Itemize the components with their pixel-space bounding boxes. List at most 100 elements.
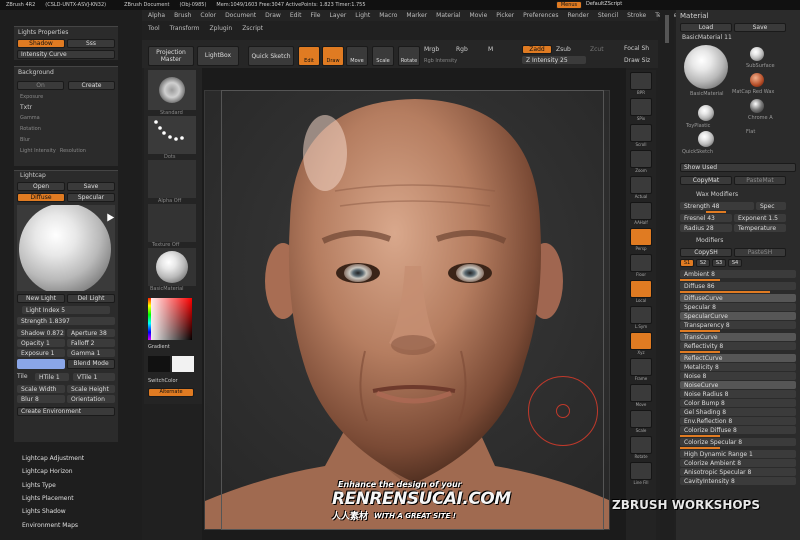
wax-radius-slider[interactable]: Radius 28 [680, 224, 732, 232]
material-save-button[interactable]: Save [734, 23, 786, 32]
background-texture[interactable]: Txtr [14, 103, 118, 113]
modifier-slider[interactable]: Ambient 8 [680, 270, 796, 278]
floor-icon[interactable] [630, 254, 652, 272]
move-icon[interactable] [630, 384, 652, 402]
modifier-slider[interactable]: Colorize Diffuse 8 [680, 426, 796, 434]
switch-color-button[interactable]: SwitchColor [148, 378, 178, 385]
scroll-icon[interactable] [630, 124, 652, 142]
menu-lights-type[interactable]: Lights Type [22, 482, 56, 489]
spix-icon[interactable] [630, 98, 652, 116]
menu-lightcap-horizon[interactable]: Lightcap Horizon [22, 468, 73, 475]
primary-color-swatch[interactable] [172, 356, 194, 372]
shader-slot-s3[interactable]: S3 [712, 259, 726, 267]
local-icon[interactable] [630, 280, 652, 298]
lightcap-diffuse-tab[interactable]: Diffuse [17, 193, 65, 202]
menu-document[interactable]: Document [225, 12, 256, 19]
intensity-curve-button[interactable]: Intensity Curve [17, 50, 115, 59]
zoom-icon[interactable] [630, 150, 652, 168]
aahalf-icon[interactable] [630, 202, 652, 220]
scale-height-slider[interactable]: Scale Height [67, 385, 115, 393]
z-intensity-slider[interactable]: Z Intensity 25 [522, 56, 586, 64]
lightcap-save-button[interactable]: Save [67, 182, 115, 191]
menu-lights-shadow[interactable]: Lights Shadow [22, 508, 66, 515]
stroke-thumb[interactable] [148, 116, 196, 154]
focal-shift-slider[interactable]: Focal Sh [624, 45, 649, 53]
pastemat-button[interactable]: PasteMat [734, 176, 786, 185]
scale-width-slider[interactable]: Scale Width [17, 385, 65, 393]
modifier-slider[interactable]: Diffuse 86 [680, 282, 796, 290]
actual-icon[interactable] [630, 176, 652, 194]
lightcap-open-button[interactable]: Open [17, 182, 65, 191]
copymat-button[interactable]: CopyMat [680, 176, 732, 185]
opacity-slider[interactable]: Opacity 1 [17, 339, 65, 347]
menu-movie[interactable]: Movie [470, 12, 488, 19]
rotate-button[interactable]: Rotate [398, 46, 420, 66]
linefill-icon[interactable] [630, 462, 652, 480]
menu-color[interactable]: Color [200, 12, 216, 19]
modifier-slider[interactable]: High Dynamic Range 1 [680, 450, 796, 458]
del-light-button[interactable]: Del Light [67, 294, 115, 303]
h-tile-slider[interactable]: HTile 1 [35, 373, 69, 381]
alpha-thumb[interactable] [148, 160, 196, 198]
blend-mode-button[interactable]: Blend Mode [67, 359, 115, 369]
material-load-button[interactable]: Load [680, 23, 732, 32]
modifier-slider[interactable]: Noise 8 [680, 372, 796, 380]
menu-stroke[interactable]: Stroke [627, 12, 646, 19]
menu-preferences[interactable]: Preferences [523, 12, 558, 19]
modifier-slider[interactable]: SpecularCurve [680, 312, 796, 320]
wax-modifiers-header[interactable]: Wax Modifiers [676, 187, 800, 201]
scroll-thumb[interactable] [665, 15, 669, 43]
modifier-slider[interactable]: DiffuseCurve [680, 294, 796, 302]
blur-slider[interactable]: Blur 8 [17, 395, 65, 403]
falloff-slider[interactable]: Falloff 2 [67, 339, 115, 347]
shader-slot-s4[interactable]: S4 [728, 259, 742, 267]
menu-marker[interactable]: Marker [406, 12, 427, 19]
menu-light[interactable]: Light [355, 12, 370, 19]
modifier-slider[interactable]: TransCurve [680, 333, 796, 341]
gamma-slider[interactable]: Gamma 1 [67, 349, 115, 357]
menu-render[interactable]: Render [567, 12, 588, 19]
wax-temperature-slider[interactable]: Temperature [734, 224, 786, 232]
menu-zplugin[interactable]: Zplugin [210, 25, 233, 32]
lightcap-sphere[interactable] [19, 205, 111, 291]
zadd-button[interactable]: Zadd [522, 45, 552, 54]
xyz-icon[interactable] [630, 332, 652, 350]
menu-tool[interactable]: Tool [148, 25, 160, 32]
rotate-icon[interactable] [630, 436, 652, 454]
move-button[interactable]: Move [346, 46, 368, 66]
new-light-button[interactable]: New Light [17, 294, 65, 303]
background-light-intensity[interactable]: Light Intensity [20, 148, 56, 155]
menu-alpha[interactable]: Alpha [148, 12, 165, 19]
draw-button[interactable]: Draw [322, 46, 344, 66]
material-header[interactable]: Material [676, 10, 800, 22]
menu-material[interactable]: Material [436, 12, 460, 19]
sss-toggle[interactable]: Sss [67, 39, 115, 48]
modifier-slider[interactable]: Noise Radius 8 [680, 390, 796, 398]
menu-layer[interactable]: Layer [330, 12, 347, 19]
lightcap-specular-tab[interactable]: Specular [67, 193, 115, 202]
matcap-red-wax-thumb[interactable] [750, 73, 764, 87]
rgb-intensity-slider[interactable]: Rgb Intensity [424, 58, 457, 65]
gradient-label[interactable]: Gradient [148, 344, 170, 351]
modifiers-header[interactable]: Modifiers [676, 233, 800, 247]
light-color-swatch[interactable] [17, 359, 65, 369]
menu-macro[interactable]: Macro [379, 12, 397, 19]
menu-stencil[interactable]: Stencil [598, 12, 618, 19]
background-rotation[interactable]: Rotation [14, 124, 118, 135]
modifier-slider[interactable]: NoiseCurve [680, 381, 796, 389]
quick-sketch-button[interactable]: Quick Sketch [248, 46, 294, 66]
menu-lights-placement[interactable]: Lights Placement [22, 495, 74, 502]
background-gamma[interactable]: Gamma [14, 113, 118, 124]
wax-spec-slider[interactable]: Spec [756, 202, 786, 210]
shadow-slider[interactable]: Shadow 0.872 [17, 329, 65, 337]
modifier-slider[interactable]: Reflectivity 8 [680, 342, 796, 350]
draw-size-slider[interactable]: Draw Siz [624, 57, 650, 65]
menus-button[interactable]: Menus [556, 1, 582, 9]
texture-thumb[interactable] [148, 204, 196, 242]
menu-environment-maps[interactable]: Environment Maps [22, 522, 78, 529]
background-create-button[interactable]: Create [68, 81, 115, 90]
show-used-button[interactable]: Show Used [680, 163, 796, 172]
modifier-slider[interactable]: Env.Reflection 8 [680, 417, 796, 425]
m-button[interactable]: M [488, 46, 493, 54]
brush-thumb[interactable] [148, 70, 196, 110]
